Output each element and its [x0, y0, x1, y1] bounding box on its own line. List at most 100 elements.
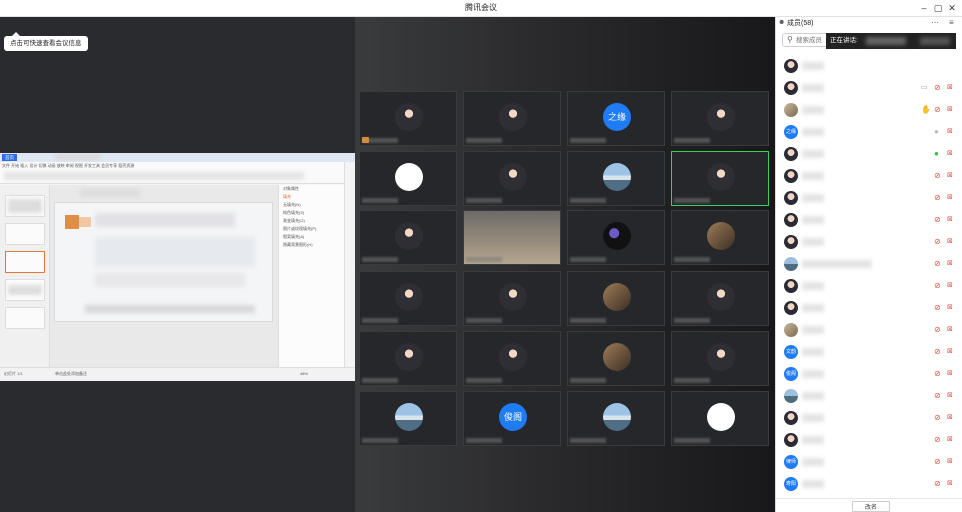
member-row[interactable] — [776, 55, 962, 77]
participant-name — [570, 257, 606, 262]
close-button[interactable]: ✕ — [946, 2, 958, 14]
member-row[interactable]: ● ⊠ — [776, 143, 962, 165]
member-row[interactable]: ⊘ ⊠ — [776, 209, 962, 231]
mic-off-icon[interactable]: ⊘ — [934, 369, 942, 379]
shared-tab-bar: 首页 — [0, 153, 355, 162]
video-tile[interactable] — [567, 271, 665, 326]
camera-off-icon[interactable]: ⊠ — [947, 83, 957, 93]
video-tile[interactable] — [359, 271, 457, 326]
video-tile[interactable] — [567, 391, 665, 446]
participant-avatar: 之缘 — [603, 103, 631, 131]
video-tile[interactable] — [671, 91, 769, 146]
member-row[interactable]: ⊘ ⊠ — [776, 187, 962, 209]
video-tile[interactable] — [671, 271, 769, 326]
camera-off-icon[interactable]: ⊠ — [947, 127, 957, 137]
camera-off-icon[interactable]: ⊠ — [947, 237, 957, 247]
camera-off-icon[interactable]: ⊠ — [947, 215, 957, 225]
camera-off-icon[interactable]: ⊠ — [947, 435, 957, 445]
member-row[interactable]: ▭ ⊘ ⊠ — [776, 77, 962, 99]
video-tile[interactable]: 俊阁 — [463, 391, 561, 446]
participant-avatar — [707, 283, 735, 311]
mic-icon[interactable]: ● — [934, 127, 942, 137]
video-tile[interactable] — [567, 151, 665, 206]
video-tile[interactable] — [359, 391, 457, 446]
member-row[interactable]: ⊘ ⊠ — [776, 429, 962, 451]
maximize-button[interactable]: ▢ — [932, 2, 944, 14]
video-tile[interactable] — [463, 151, 561, 206]
video-tile[interactable]: 之缘 — [567, 91, 665, 146]
mic-off-icon[interactable]: ⊘ — [934, 479, 942, 489]
video-tile[interactable] — [671, 331, 769, 386]
video-tile[interactable] — [463, 91, 561, 146]
camera-off-icon[interactable]: ⊠ — [947, 259, 957, 269]
member-row[interactable]: 俊阁 ⊘ ⊠ — [776, 363, 962, 385]
close-panel-icon[interactable]: ≡ — [949, 18, 954, 27]
video-tile[interactable] — [671, 151, 769, 206]
mic-off-icon[interactable]: ⊘ — [934, 391, 942, 401]
camera-off-icon[interactable]: ⊠ — [947, 413, 957, 423]
member-row[interactable]: ⊘ ⊠ — [776, 385, 962, 407]
video-tile[interactable] — [567, 210, 665, 265]
camera-off-icon[interactable]: ⊠ — [947, 105, 957, 115]
video-tile[interactable] — [359, 210, 457, 265]
mic-off-icon[interactable]: ⊘ — [934, 83, 942, 93]
slide-thumbnails — [0, 185, 50, 367]
mic-off-icon[interactable]: ⊘ — [934, 237, 942, 247]
mic-off-icon[interactable]: ⊘ — [934, 457, 942, 467]
member-row[interactable]: 寿阳 ⊘ ⊠ — [776, 473, 962, 495]
mic-off-icon[interactable]: ⊘ — [934, 435, 942, 445]
member-avatar — [784, 301, 798, 315]
rename-button[interactable]: 改名 — [852, 501, 890, 512]
member-row[interactable]: ⊘ ⊠ — [776, 253, 962, 275]
mic-off-icon[interactable]: ⊘ — [934, 259, 942, 269]
screen-share-icon: ▭ — [921, 84, 928, 91]
mic-icon[interactable]: ● — [934, 149, 942, 159]
mic-off-icon[interactable]: ⊘ — [934, 413, 942, 423]
member-row[interactable]: ⊘ ⊠ — [776, 165, 962, 187]
mic-off-icon[interactable]: ⊘ — [934, 193, 942, 203]
video-tile[interactable] — [463, 271, 561, 326]
screen-share-area[interactable]: 点击可快速查看会议信息 首页 文件 开始 插入 设计 切换 动画 放映 审阅 视… — [0, 17, 355, 512]
member-row[interactable]: 之缘 ● ⊠ — [776, 121, 962, 143]
video-tile[interactable] — [671, 210, 769, 265]
member-row[interactable]: 律师 ⊘ ⊠ — [776, 451, 962, 473]
video-tile[interactable] — [359, 151, 457, 206]
camera-off-icon[interactable]: ⊠ — [947, 391, 957, 401]
member-row[interactable]: 文韵 ⊘ ⊠ — [776, 341, 962, 363]
member-row[interactable]: ✋ ⊘ ⊠ — [776, 99, 962, 121]
member-row[interactable]: ⊘ ⊠ — [776, 297, 962, 319]
minimize-button[interactable]: – — [918, 2, 930, 14]
video-tile[interactable] — [463, 331, 561, 386]
mic-off-icon[interactable]: ⊘ — [934, 105, 942, 115]
mic-off-icon[interactable]: ⊘ — [934, 347, 942, 357]
camera-off-icon[interactable]: ⊠ — [947, 171, 957, 181]
camera-off-icon[interactable]: ⊠ — [947, 369, 957, 379]
video-tile[interactable] — [359, 91, 457, 146]
camera-off-icon[interactable]: ⊠ — [947, 325, 957, 335]
camera-off-icon[interactable]: ⊠ — [947, 281, 957, 291]
member-row[interactable]: ⊘ ⊠ — [776, 275, 962, 297]
member-row[interactable]: ⊘ ⊠ — [776, 231, 962, 253]
mic-off-icon[interactable]: ⊘ — [934, 215, 942, 225]
participant-avatar — [499, 283, 527, 311]
participant-name — [674, 438, 710, 443]
mic-off-icon[interactable]: ⊘ — [934, 281, 942, 291]
mic-off-icon[interactable]: ⊘ — [934, 325, 942, 335]
ribbon-menu-text: 文件 开始 插入 设计 切换 动画 放映 审阅 视图 开发工具 会员专享 稻壳资… — [2, 163, 135, 168]
more-icon[interactable]: ⋯ — [931, 18, 939, 27]
video-tile[interactable] — [463, 210, 561, 265]
member-row[interactable]: ⊘ ⊠ — [776, 319, 962, 341]
meeting-info-tip[interactable]: 点击可快速查看会议信息 — [4, 32, 88, 51]
camera-off-icon[interactable]: ⊠ — [947, 193, 957, 203]
camera-off-icon[interactable]: ⊠ — [947, 479, 957, 489]
video-tile[interactable] — [671, 391, 769, 446]
video-tile[interactable] — [359, 331, 457, 386]
camera-off-icon[interactable]: ⊠ — [947, 149, 957, 159]
camera-off-icon[interactable]: ⊠ — [947, 457, 957, 467]
mic-off-icon[interactable]: ⊘ — [934, 171, 942, 181]
member-row[interactable]: ⊘ ⊠ — [776, 407, 962, 429]
camera-off-icon[interactable]: ⊠ — [947, 347, 957, 357]
camera-off-icon[interactable]: ⊠ — [947, 303, 957, 313]
video-tile[interactable] — [567, 331, 665, 386]
mic-off-icon[interactable]: ⊘ — [934, 303, 942, 313]
